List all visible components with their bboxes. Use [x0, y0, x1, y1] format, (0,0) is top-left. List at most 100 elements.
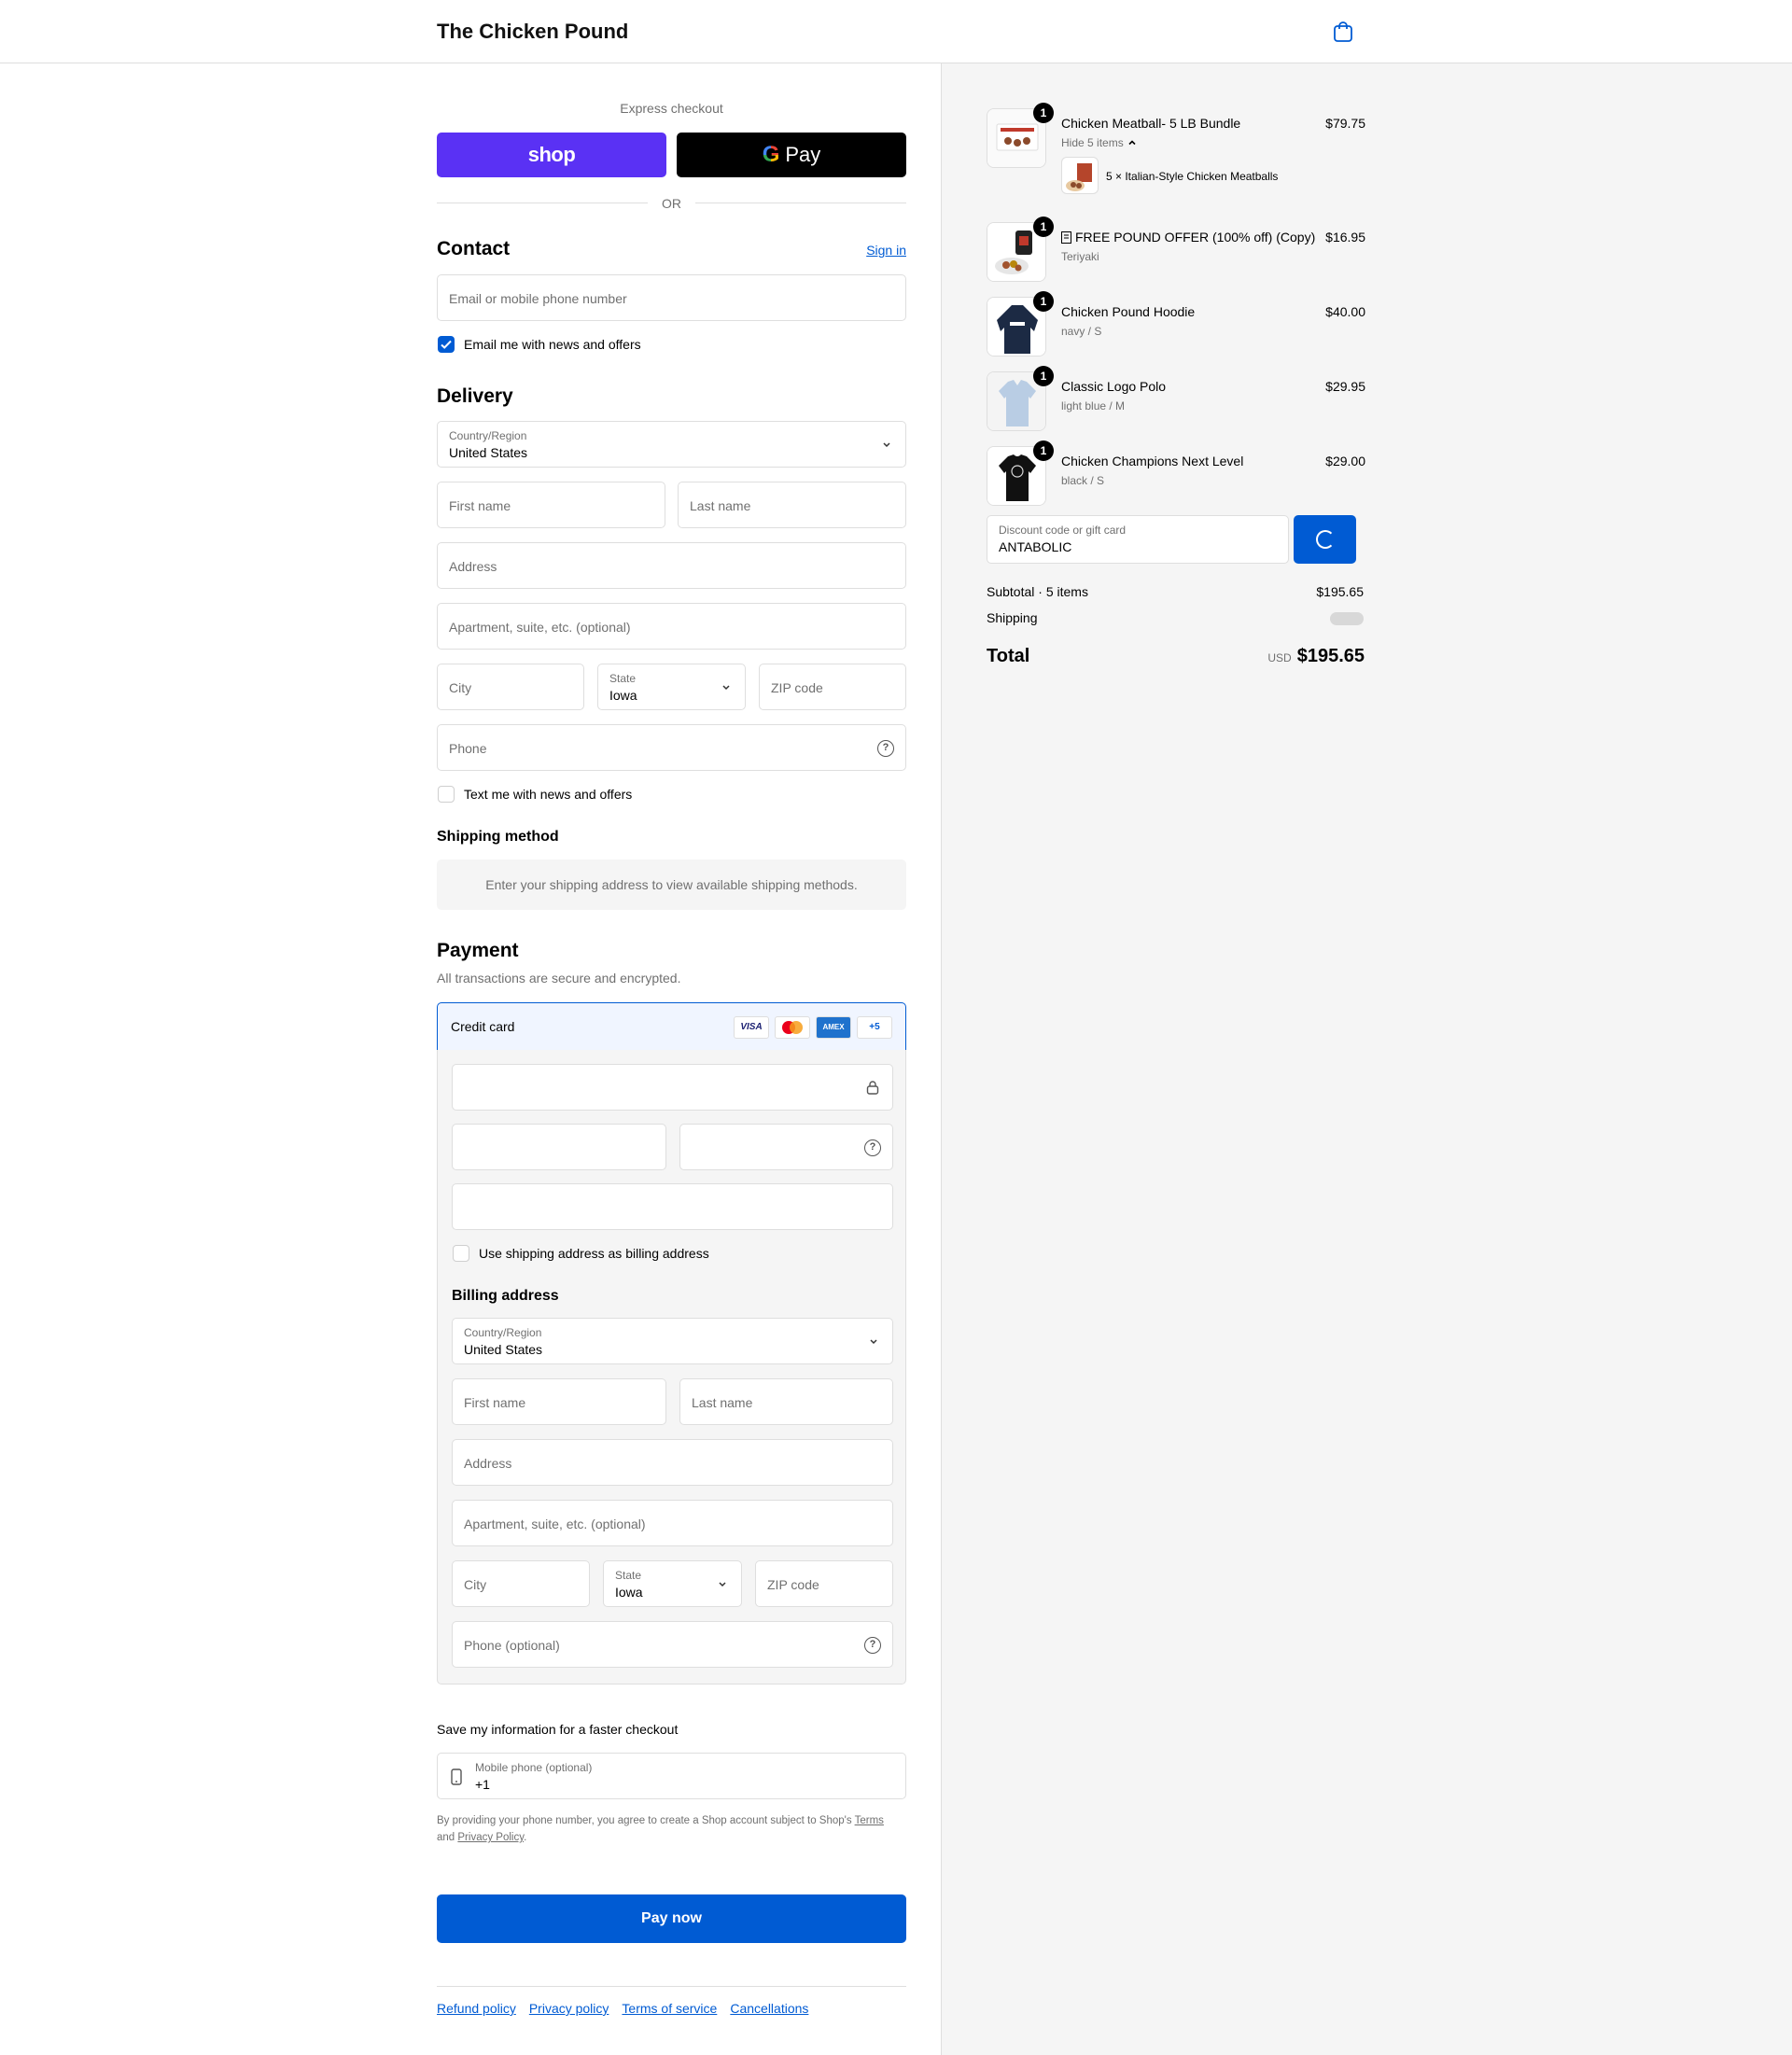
chevron-up-icon	[1128, 140, 1136, 146]
last-name-placeholder: Last name	[690, 498, 751, 513]
google-g-icon: G	[762, 142, 780, 167]
total-label: Total	[987, 646, 1030, 666]
item-name: Chicken Champions Next Level	[1061, 454, 1244, 468]
order-item: 1 Chicken Meatball- 5 LB Bundle Hide 5 i…	[987, 103, 1365, 194]
mobile-phone-field[interactable]: Mobile phone (optional) +1	[437, 1753, 906, 1799]
billing-heading: Billing address	[452, 1288, 559, 1304]
visa-icon: VISA	[734, 1016, 769, 1039]
card-number-field[interactable]	[452, 1064, 893, 1111]
sign-in-link[interactable]: Sign in	[866, 243, 906, 258]
footer-divider	[437, 1986, 906, 1987]
text-news-checkbox[interactable]	[438, 786, 455, 803]
first-name-placeholder: First name	[449, 498, 511, 513]
billing-phone-placeholder: Phone (optional)	[464, 1638, 560, 1653]
item-name: Classic Logo Polo	[1061, 379, 1167, 394]
google-pay-button[interactable]: G Pay	[677, 133, 906, 177]
email-field[interactable]: Email or mobile phone number	[437, 274, 906, 321]
help-icon[interactable]: ?	[864, 1139, 881, 1156]
quantity-badge: 1	[1033, 217, 1054, 237]
item-variant: black / S	[1061, 474, 1105, 487]
item-price: $29.95	[1325, 379, 1365, 394]
subtotal-label: Subtotal · 5 items	[987, 584, 1088, 599]
city-field[interactable]: City	[437, 664, 584, 710]
terms-link[interactable]: Terms	[855, 1815, 884, 1826]
card-logos: VISA AMEX +5	[734, 1016, 892, 1039]
name-on-card-field[interactable]	[452, 1183, 893, 1230]
mobile-phone-value: +1	[475, 1777, 490, 1792]
amex-icon: AMEX	[816, 1016, 851, 1039]
email-news-checkbox[interactable]	[438, 336, 455, 353]
order-item: 1 FREE POUND OFFER (100% off) (Copy) Ter…	[987, 217, 1365, 282]
or-text: OR	[662, 196, 681, 211]
hide-items-label: Hide 5 items	[1061, 136, 1124, 149]
quantity-badge: 1	[1033, 440, 1054, 461]
item-price: $40.00	[1325, 304, 1365, 319]
billing-country-label: Country/Region	[464, 1326, 542, 1339]
total-value: $195.65	[1296, 646, 1365, 666]
help-icon[interactable]: ?	[877, 740, 894, 757]
first-name-field[interactable]: First name	[437, 482, 665, 528]
credit-card-label: Credit card	[451, 1019, 515, 1034]
expiry-field[interactable]	[452, 1124, 666, 1170]
shop-pay-button[interactable]: shop	[437, 133, 666, 177]
footer-links: Refund policy Privacy policy Terms of se…	[437, 2001, 808, 2016]
address-field[interactable]: Address	[437, 542, 906, 589]
billing-zip-field[interactable]: ZIP code	[755, 1560, 893, 1607]
billing-address-field[interactable]: Address	[452, 1439, 893, 1486]
zip-field[interactable]: ZIP code	[759, 664, 906, 710]
privacy-policy-link[interactable]: Privacy Policy	[457, 1832, 524, 1843]
item-name: Chicken Meatball- 5 LB Bundle	[1061, 116, 1241, 131]
billing-country-select[interactable]: Country/Region United States	[452, 1318, 893, 1364]
credit-card-form: ? Use shipping address as billing addres…	[437, 1050, 906, 1685]
cancellations-link[interactable]: Cancellations	[730, 2001, 808, 2016]
legal-prefix: By providing your phone number, you agre…	[437, 1815, 855, 1826]
last-name-field[interactable]: Last name	[678, 482, 906, 528]
billing-phone-field[interactable]: Phone (optional) ?	[452, 1621, 893, 1668]
apartment-field[interactable]: Apartment, suite, etc. (optional)	[437, 603, 906, 650]
billing-state-select[interactable]: State Iowa	[603, 1560, 742, 1607]
apply-discount-button[interactable]	[1294, 515, 1356, 564]
order-item: 1 Classic Logo Polo light blue / M $29.9…	[987, 366, 1365, 431]
checkmark-icon	[441, 340, 452, 349]
apartment-placeholder: Apartment, suite, etc. (optional)	[449, 620, 631, 635]
discount-code-field[interactable]: Discount code or gift card ANTABOLIC	[987, 515, 1289, 564]
credit-card-option[interactable]: Credit card VISA AMEX +5	[437, 1002, 906, 1051]
billing-city-field[interactable]: City	[452, 1560, 590, 1607]
item-variant: light blue / M	[1061, 399, 1126, 412]
save-info-heading: Save my information for a faster checkou…	[437, 1722, 679, 1737]
pay-now-button[interactable]: Pay now	[437, 1894, 906, 1943]
item-price: $29.00	[1325, 454, 1365, 468]
express-checkout-label: Express checkout	[620, 101, 723, 116]
contact-heading: Contact	[437, 238, 511, 259]
billing-last-name-field[interactable]: Last name	[679, 1378, 893, 1425]
sub-item-image	[1061, 157, 1099, 194]
security-code-field[interactable]: ?	[679, 1124, 893, 1170]
billing-apartment-field[interactable]: Apartment, suite, etc. (optional)	[452, 1500, 893, 1546]
mobile-phone-icon	[451, 1768, 462, 1785]
item-name: Chicken Pound Hoodie	[1061, 304, 1196, 319]
shopping-bag-icon[interactable]	[1333, 21, 1353, 43]
phone-field[interactable]: Phone ?	[437, 724, 906, 771]
loading-spinner-icon	[1316, 530, 1335, 549]
item-name: FREE POUND OFFER (100% off) (Copy)	[1061, 230, 1315, 245]
terms-of-service-link[interactable]: Terms of service	[622, 2001, 717, 2016]
help-icon[interactable]: ?	[864, 1637, 881, 1654]
billing-first-name-field[interactable]: First name	[452, 1378, 666, 1425]
subtotal-row: Subtotal · 5 items $195.65	[987, 584, 1364, 599]
billing-apartment-placeholder: Apartment, suite, etc. (optional)	[464, 1517, 646, 1531]
email-placeholder: Email or mobile phone number	[449, 291, 627, 306]
state-select[interactable]: State Iowa	[597, 664, 746, 710]
legal-text: By providing your phone number, you agre…	[437, 1812, 906, 1846]
payment-heading: Payment	[437, 940, 519, 961]
shipping-loading-placeholder	[1330, 612, 1364, 625]
use-shipping-checkbox[interactable]	[453, 1245, 469, 1262]
country-select[interactable]: Country/Region United States	[437, 421, 906, 468]
hide-items-toggle[interactable]: Hide 5 items	[1061, 136, 1137, 149]
shipping-row: Shipping	[987, 610, 1364, 625]
store-brand[interactable]: The Chicken Pound	[437, 20, 628, 44]
privacy-policy-footer-link[interactable]: Privacy policy	[529, 2001, 609, 2016]
text-news-label: Text me with news and offers	[464, 787, 633, 802]
sub-item-name: 5 × Italian-Style Chicken Meatballs	[1106, 170, 1279, 183]
refund-policy-link[interactable]: Refund policy	[437, 2001, 516, 2016]
billing-city-placeholder: City	[464, 1577, 487, 1592]
